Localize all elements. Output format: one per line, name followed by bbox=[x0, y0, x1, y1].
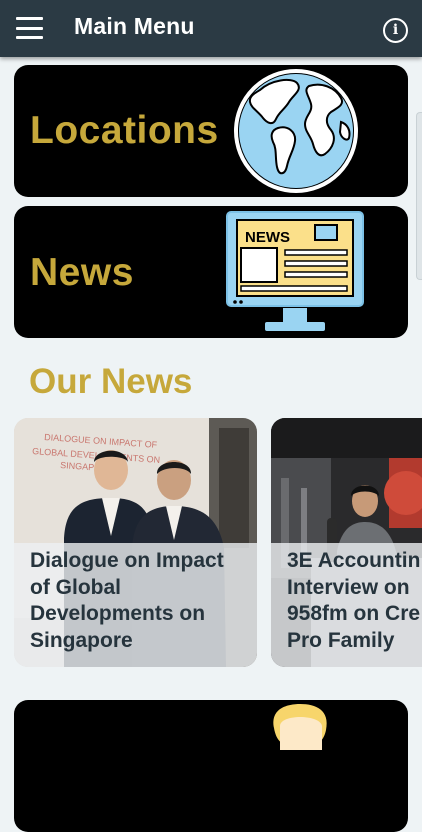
locations-label: Locations bbox=[30, 109, 219, 152]
news-card[interactable]: DIALOGUE ON IMPACT OF GLOBAL DEVELOPMENT… bbox=[14, 418, 257, 667]
app-bar: Main Menu i bbox=[0, 0, 422, 57]
hamburger-menu-icon[interactable] bbox=[16, 17, 43, 39]
news-label: News bbox=[30, 251, 134, 294]
scroll-indicator bbox=[416, 112, 422, 280]
news-monitor-icon: NEWS bbox=[226, 211, 364, 331]
info-icon[interactable]: i bbox=[383, 18, 408, 43]
news-card-title: Dialogue on Impact of Global Development… bbox=[30, 549, 224, 652]
people-tile[interactable] bbox=[14, 700, 408, 832]
section-title: Our News bbox=[29, 362, 193, 401]
news-icon-text: NEWS bbox=[245, 229, 290, 246]
news-card-title: 3E Accountin Interview on 958fm on Cre P… bbox=[287, 549, 421, 652]
globe-icon bbox=[234, 69, 358, 193]
news-card[interactable]: 3E Accountin Interview on 958fm on Cre P… bbox=[271, 418, 422, 667]
locations-tile[interactable]: Locations bbox=[14, 65, 408, 197]
person-icon bbox=[273, 704, 327, 750]
news-tile[interactable]: News NEWS bbox=[14, 206, 408, 338]
page-title: Main Menu bbox=[74, 13, 195, 39]
